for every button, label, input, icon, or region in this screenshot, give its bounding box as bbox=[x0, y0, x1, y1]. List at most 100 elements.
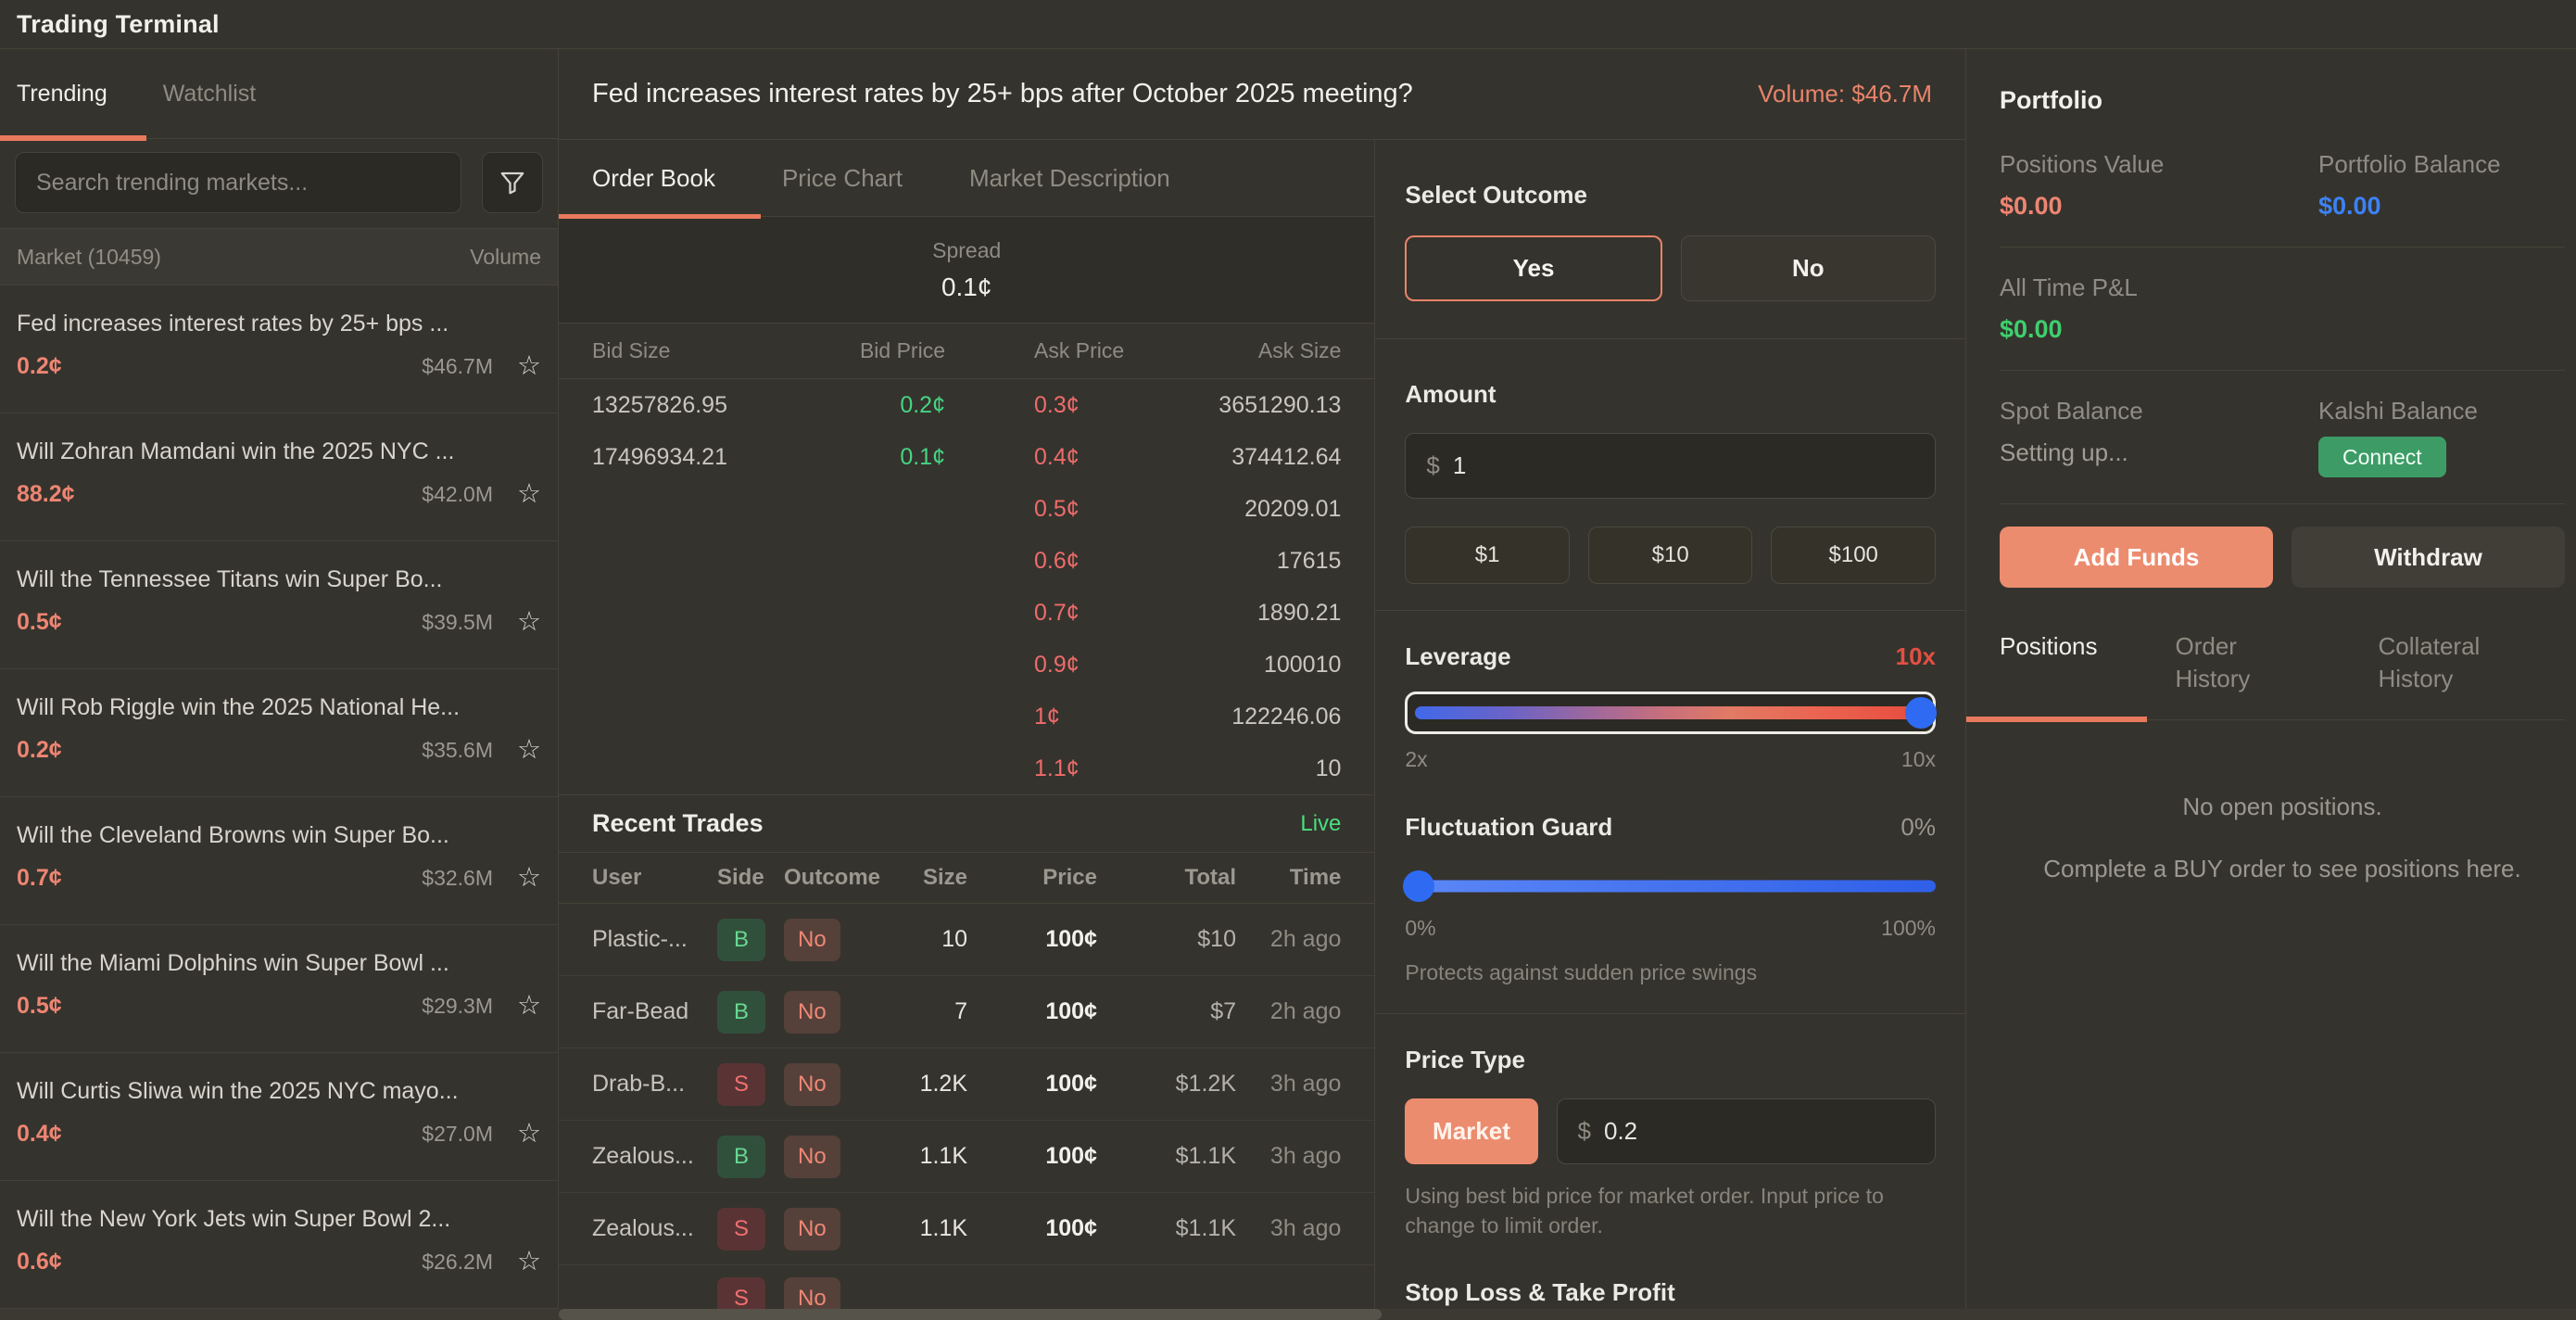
star-icon[interactable]: ☆ bbox=[517, 353, 541, 380]
portfolio-balance: $0.00 bbox=[2318, 192, 2565, 221]
order-book-row[interactable]: 1.1¢ 10 bbox=[559, 742, 1374, 794]
market-detail-tabs: Order Book Price Chart Market Descriptio… bbox=[559, 140, 1374, 217]
market-list-item[interactable]: Will the Miami Dolphins win Super Bowl .… bbox=[0, 925, 558, 1053]
market-title: Will the New York Jets win Super Bowl 2.… bbox=[17, 1181, 541, 1233]
ask-size: 20209.01 bbox=[1173, 496, 1341, 523]
star-icon[interactable]: ☆ bbox=[517, 865, 541, 892]
tab-order-history[interactable]: Order History bbox=[2176, 630, 2301, 695]
col-user: User bbox=[592, 865, 717, 891]
order-book-row[interactable]: 1¢ 122246.06 bbox=[559, 691, 1374, 742]
trade-row: Plastic-... B No 10 100¢ $10 2h ago bbox=[559, 904, 1374, 976]
quick-amount-10[interactable]: $10 bbox=[1588, 527, 1753, 584]
leverage-slider[interactable] bbox=[1405, 692, 1936, 734]
kalshi-balance-label: Kalshi Balance bbox=[2318, 397, 2565, 425]
portfolio-balance-label: Portfolio Balance bbox=[2318, 150, 2565, 179]
amount-label: Amount bbox=[1405, 380, 1936, 409]
col-side: Side bbox=[717, 865, 784, 891]
market-list-item[interactable]: Fed increases interest rates by 25+ bps … bbox=[0, 286, 558, 413]
market-question: Fed increases interest rates by 25+ bps … bbox=[592, 79, 1413, 109]
add-funds-button[interactable]: Add Funds bbox=[2000, 527, 2273, 588]
market-list-item[interactable]: Will the New York Jets win Super Bowl 2.… bbox=[0, 1181, 558, 1309]
col-bid-size: Bid Size bbox=[592, 338, 805, 363]
trade-size: 10 bbox=[877, 926, 967, 953]
market-list-item[interactable]: Will the Cleveland Browns win Super Bo..… bbox=[0, 797, 558, 925]
star-icon[interactable]: ☆ bbox=[517, 1121, 541, 1148]
fluctuation-guard-slider[interactable] bbox=[1405, 869, 1936, 903]
order-book-row[interactable]: 0.5¢ 20209.01 bbox=[559, 483, 1374, 535]
star-icon[interactable]: ☆ bbox=[517, 609, 541, 636]
order-book-row[interactable]: 13257826.95 0.2¢ 0.3¢ 3651290.13 bbox=[559, 379, 1374, 431]
trade-total: $10 bbox=[1097, 926, 1236, 953]
tab-order-book[interactable]: Order Book bbox=[592, 164, 715, 193]
trade-total: $1.2K bbox=[1097, 1071, 1236, 1098]
connect-button[interactable]: Connect bbox=[2318, 437, 2446, 477]
tab-price-chart[interactable]: Price Chart bbox=[782, 164, 903, 193]
order-book-row[interactable]: 0.7¢ 1890.21 bbox=[559, 587, 1374, 639]
leverage-thumb[interactable] bbox=[1905, 697, 1937, 729]
market-title: Will Rob Riggle win the 2025 National He… bbox=[17, 669, 541, 721]
trade-user: Zealous... bbox=[592, 1215, 717, 1242]
tab-market-description[interactable]: Market Description bbox=[969, 164, 1170, 193]
trade-user: Zealous... bbox=[592, 1143, 717, 1170]
divider bbox=[1375, 610, 1965, 611]
side-badge-buy: B bbox=[717, 991, 765, 1034]
outcome-yes-button[interactable]: Yes bbox=[1405, 235, 1661, 301]
bid-size: 17496934.21 bbox=[592, 444, 805, 471]
col-outcome: Outcome bbox=[784, 865, 877, 891]
market-order-button[interactable]: Market bbox=[1405, 1098, 1537, 1164]
withdraw-button[interactable]: Withdraw bbox=[2292, 527, 2565, 588]
filter-button[interactable] bbox=[482, 152, 543, 213]
tab-positions[interactable]: Positions bbox=[2000, 630, 2098, 663]
trade-row: Zealous... S No 1.1K 100¢ $1.1K 3h ago bbox=[559, 1193, 1374, 1265]
star-icon[interactable]: ☆ bbox=[517, 481, 541, 508]
market-list-item[interactable]: Will Zohran Mamdani win the 2025 NYC ...… bbox=[0, 413, 558, 541]
trade-user: Plastic-... bbox=[592, 926, 717, 953]
quick-amount-100[interactable]: $100 bbox=[1771, 527, 1936, 584]
all-time-pnl: $0.00 bbox=[2000, 315, 2565, 344]
app-title-bar: Trading Terminal bbox=[0, 0, 2576, 49]
star-icon[interactable]: ☆ bbox=[517, 1249, 541, 1276]
outcome-badge: No bbox=[784, 1208, 840, 1250]
horizontal-scrollbar[interactable] bbox=[0, 1309, 2576, 1320]
order-book-row[interactable]: 17496934.21 0.1¢ 0.4¢ 374412.64 bbox=[559, 431, 1374, 483]
divider bbox=[2000, 370, 2565, 371]
trade-price: 100¢ bbox=[967, 1071, 1097, 1098]
search-input[interactable] bbox=[15, 152, 461, 213]
star-icon[interactable]: ☆ bbox=[517, 993, 541, 1020]
ask-size: 17615 bbox=[1173, 548, 1341, 575]
divider bbox=[2000, 247, 2565, 248]
fluctuation-guard-value: 0% bbox=[1900, 813, 1936, 842]
amount-input[interactable] bbox=[1453, 451, 1914, 480]
market-price: 0.7¢ bbox=[17, 865, 62, 892]
fluctuation-guard-thumb[interactable] bbox=[1403, 870, 1434, 902]
market-list-item[interactable]: Will Curtis Sliwa win the 2025 NYC mayo.… bbox=[0, 1053, 558, 1181]
scrollbar-thumb[interactable] bbox=[559, 1309, 1382, 1320]
market-list-item[interactable]: Will the Tennessee Titans win Super Bo..… bbox=[0, 541, 558, 669]
market-price: 0.4¢ bbox=[17, 1121, 62, 1148]
order-book-row[interactable]: 0.6¢ 17615 bbox=[559, 535, 1374, 587]
tab-watchlist[interactable]: Watchlist bbox=[163, 81, 256, 108]
ask-price: 0.3¢ bbox=[1034, 392, 1173, 419]
market-list-header: Market (10459) Volume bbox=[0, 228, 558, 286]
market-price: 0.2¢ bbox=[17, 353, 62, 380]
outcome-no-button[interactable]: No bbox=[1681, 235, 1936, 301]
trade-time: 3h ago bbox=[1236, 1143, 1341, 1170]
star-icon[interactable]: ☆ bbox=[517, 737, 541, 764]
limit-price-field[interactable]: $ bbox=[1557, 1098, 1936, 1164]
market-title: Fed increases interest rates by 25+ bps … bbox=[17, 286, 541, 337]
portfolio-title: Portfolio bbox=[2000, 86, 2565, 115]
ask-size: 1890.21 bbox=[1173, 600, 1341, 627]
tab-trending[interactable]: Trending bbox=[17, 81, 107, 108]
amount-field[interactable]: $ bbox=[1405, 433, 1936, 499]
market-list-item[interactable]: Will Rob Riggle win the 2025 National He… bbox=[0, 669, 558, 797]
outcome-badge: No bbox=[784, 991, 840, 1034]
quick-amount-1[interactable]: $1 bbox=[1405, 527, 1570, 584]
limit-price-input[interactable] bbox=[1604, 1117, 1914, 1146]
order-book-row[interactable]: 0.9¢ 100010 bbox=[559, 639, 1374, 691]
market-title: Will the Cleveland Browns win Super Bo..… bbox=[17, 797, 541, 849]
search-row bbox=[0, 139, 558, 228]
ask-size: 374412.64 bbox=[1173, 444, 1341, 471]
recent-trades-title: Recent Trades bbox=[592, 809, 764, 838]
ask-price: 1¢ bbox=[1034, 704, 1173, 730]
tab-collateral-history[interactable]: Collateral History bbox=[2379, 630, 2504, 695]
